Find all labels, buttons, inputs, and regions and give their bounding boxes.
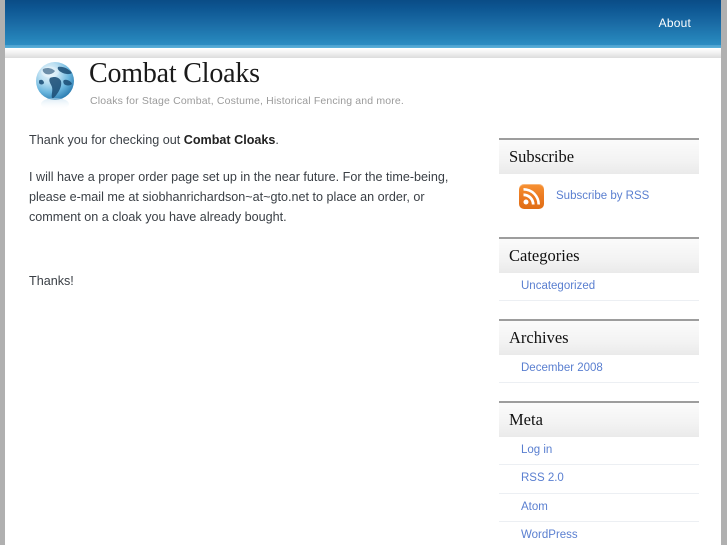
site-tagline: Cloaks for Stage Combat, Costume, Histor… — [90, 95, 404, 107]
meta-link-wordpress[interactable]: WordPress — [499, 522, 699, 545]
site-header: Combat Cloaks Cloaks for Stage Combat, C… — [5, 58, 721, 120]
site-identity: Combat Cloaks Cloaks for Stage Combat, C… — [89, 60, 404, 108]
header-shadow-strip — [5, 48, 721, 58]
widget-title-categories: Categories — [499, 236, 699, 273]
archive-link-december-2008[interactable]: December 2008 — [499, 355, 699, 382]
nav-item-about[interactable]: About — [651, 12, 699, 34]
main-content: Thank you for checking out Combat Cloaks… — [29, 131, 479, 308]
widget-categories: Categories Uncategorized — [499, 236, 699, 302]
meta-link-rss-2[interactable]: RSS 2.0 — [499, 465, 699, 492]
content-paragraph-3: Thanks! — [29, 273, 74, 288]
rss-feed-icon[interactable] — [519, 183, 544, 209]
widget-subscribe: Subscribe Subscribe by RSS — [499, 138, 699, 219]
list-item: RSS 2.0 — [499, 465, 699, 494]
widget-title-meta: Meta — [499, 401, 699, 438]
content-paragraph-2: I will have a proper order page set up i… — [29, 169, 449, 224]
widget-meta: Meta Log in RSS 2.0 Atom WordPress Dream… — [499, 401, 699, 545]
subscribe-row: Subscribe by RSS — [499, 174, 699, 219]
archives-list: December 2008 — [499, 355, 699, 384]
widget-title-subscribe: Subscribe — [499, 138, 699, 174]
meta-link-atom[interactable]: Atom — [499, 494, 699, 521]
paragraph1-bold: Combat Cloaks — [183, 133, 276, 147]
list-item: Atom — [499, 494, 699, 522]
content-paragraph-1: Thank you for checking out Combat Cloaks… — [29, 131, 479, 151]
paragraph1-suffix: . — [275, 133, 279, 147]
list-item: WordPress — [499, 522, 699, 545]
meta-link-log-in[interactable]: Log in — [499, 437, 699, 464]
list-item: Uncategorized — [499, 273, 699, 302]
categories-list: Uncategorized — [499, 273, 699, 302]
list-item: Log in — [499, 437, 699, 466]
meta-list: Log in RSS 2.0 Atom WordPress Dreamhost … — [499, 437, 699, 545]
category-link-uncategorized[interactable]: Uncategorized — [499, 273, 699, 300]
page-root: About Combat Cloaks Cloaks for Stage Com… — [0, 0, 727, 545]
subscribe-by-rss-link[interactable]: Subscribe by RSS — [556, 190, 649, 202]
paragraph1-prefix: Thank you for checking out — [29, 133, 184, 147]
list-item: December 2008 — [499, 355, 699, 384]
sidebar: Subscribe Subscribe by RSS Categories Un… — [499, 138, 699, 545]
primary-navigation: About — [651, 0, 721, 45]
widget-title-archives: Archives — [499, 319, 699, 356]
globe-icon[interactable] — [31, 58, 83, 116]
page-title[interactable]: Combat Cloaks — [89, 60, 404, 88]
widget-archives: Archives December 2008 — [499, 319, 699, 384]
top-navigation-bar — [5, 0, 721, 45]
